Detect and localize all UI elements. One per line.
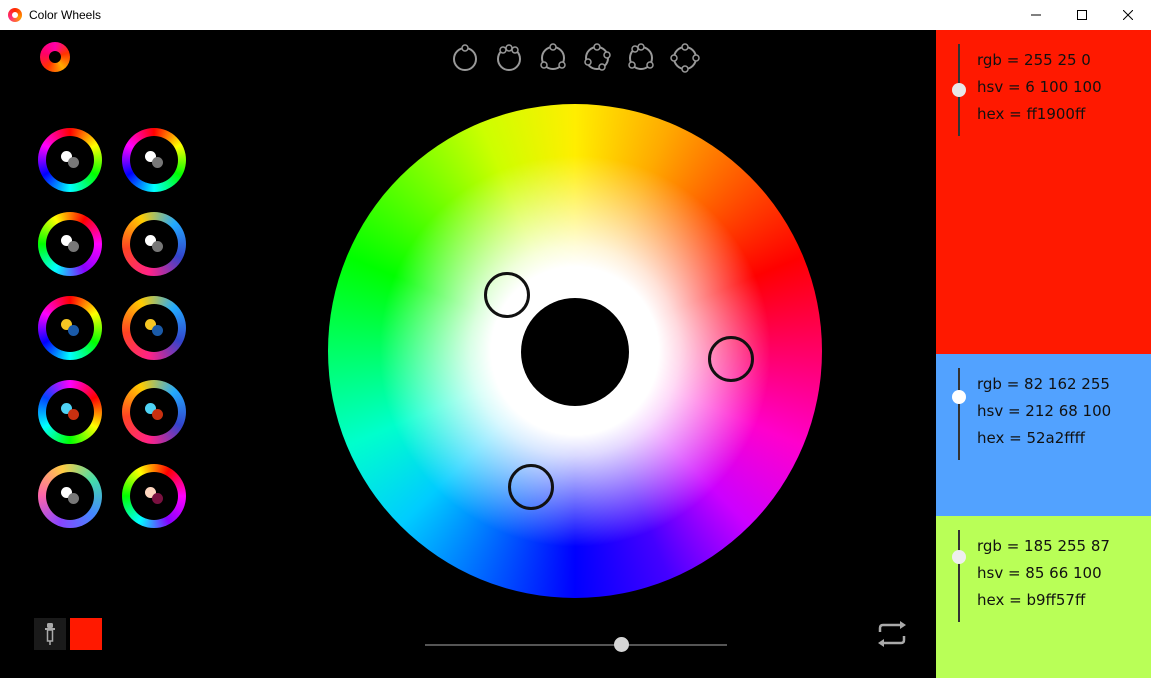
- swatch-2-hex: hex = 52a2ffff: [977, 429, 1085, 447]
- swatch-2-slider-knob[interactable]: [952, 390, 966, 404]
- maximize-button[interactable]: [1059, 0, 1105, 30]
- brightness-slider-thumb[interactable]: [614, 637, 630, 652]
- complementary-icon: [540, 43, 566, 70]
- swatch-3-values: rgb = 185 255 87 hsv = 85 66 100 hex = b…: [977, 533, 1110, 614]
- maximize-icon: [1077, 10, 1087, 20]
- swatch-1-rgb: rgb = 255 25 0: [977, 51, 1091, 69]
- tetradic-icon: [670, 43, 700, 73]
- preset-palette-9[interactable]: [38, 464, 102, 528]
- app-icon: [8, 8, 22, 22]
- brightness-slider-track[interactable]: [425, 644, 727, 646]
- swatch-1-values: rgb = 255 25 0 hsv = 6 100 100 hex = ff1…: [977, 47, 1102, 128]
- eyedropper-button[interactable]: [34, 618, 66, 650]
- refresh-icon: [878, 621, 906, 647]
- current-color-swatch[interactable]: [70, 618, 102, 650]
- preset-color-dot: [152, 241, 163, 252]
- swatch-2-hsv: hsv = 212 68 100: [977, 402, 1112, 420]
- preset-color-dot: [68, 157, 79, 168]
- close-button[interactable]: [1105, 0, 1151, 30]
- preset-palette-8[interactable]: [122, 380, 186, 444]
- swatch-1-slider-knob[interactable]: [952, 83, 966, 97]
- preset-palette-3[interactable]: [38, 212, 102, 276]
- swatch-2[interactable]: rgb = 82 162 255 hsv = 212 68 100 hex = …: [936, 354, 1151, 516]
- analogous-icon: [497, 44, 521, 71]
- preset-palette-6[interactable]: [122, 296, 186, 360]
- preset-palette-grid: [36, 128, 196, 548]
- harmony-mode-triadic-button[interactable]: [580, 40, 614, 74]
- wheel-handle-blue[interactable]: [508, 464, 554, 510]
- harmony-mode-complementary-button[interactable]: [536, 40, 570, 74]
- swatch-1[interactable]: rgb = 255 25 0 hsv = 6 100 100 hex = ff1…: [936, 30, 1151, 354]
- swatch-2-slider-track: [958, 368, 960, 460]
- title-bar: Color Wheels: [0, 0, 1151, 30]
- refresh-button[interactable]: [876, 618, 908, 650]
- preset-palette-5[interactable]: [38, 296, 102, 360]
- preset-color-dot: [68, 409, 79, 420]
- triadic-icon: [584, 43, 611, 71]
- close-icon: [1123, 10, 1133, 20]
- preset-color-dot: [152, 325, 163, 336]
- swatch-3-hsv: hsv = 85 66 100: [977, 564, 1102, 582]
- preset-palette-1[interactable]: [38, 128, 102, 192]
- harmony-mode-toolbar: [448, 40, 708, 74]
- preset-color-dot: [68, 325, 79, 336]
- harmony-mode-tetradic-button[interactable]: [668, 40, 702, 74]
- eyedropper-icon: [45, 623, 55, 645]
- swatch-3-slider-knob[interactable]: [952, 550, 966, 564]
- swatch-3-rgb: rgb = 185 255 87: [977, 537, 1110, 555]
- minimize-icon: [1031, 14, 1041, 16]
- swatch-2-values: rgb = 82 162 255 hsv = 212 68 100 hex = …: [977, 371, 1111, 452]
- wheel-handle-red[interactable]: [708, 336, 754, 382]
- preset-palette-10[interactable]: [122, 464, 186, 528]
- preset-palette-4[interactable]: [122, 212, 186, 276]
- wheel-handle-green[interactable]: [484, 272, 530, 318]
- preset-color-dot: [68, 493, 79, 504]
- swatch-3[interactable]: rgb = 185 255 87 hsv = 85 66 100 hex = b…: [936, 516, 1151, 678]
- harmony-mode-analogous-button[interactable]: [492, 40, 526, 74]
- swatch-3-hex: hex = b9ff57ff: [977, 591, 1086, 609]
- preset-color-dot: [152, 157, 163, 168]
- window-title: Color Wheels: [29, 8, 102, 22]
- color-wheel-logo-icon: [40, 42, 70, 72]
- color-wheel[interactable]: [328, 104, 822, 598]
- preset-palette-2[interactable]: [122, 128, 186, 192]
- minimize-button[interactable]: [1013, 0, 1059, 30]
- swatch-1-hsv: hsv = 6 100 100: [977, 78, 1102, 96]
- split-complementary-icon: [628, 43, 654, 70]
- main-canvas: [0, 30, 936, 678]
- monochromatic-icon: [453, 44, 477, 71]
- swatch-3-slider-track: [958, 530, 960, 622]
- preset-color-dot: [152, 493, 163, 504]
- swatch-2-rgb: rgb = 82 162 255: [977, 375, 1110, 393]
- harmony-mode-monochromatic-button[interactable]: [448, 40, 482, 74]
- wheel-center-hole: [521, 298, 629, 406]
- swatch-1-hex: hex = ff1900ff: [977, 105, 1086, 123]
- harmony-mode-split-complementary-button[interactable]: [624, 40, 658, 74]
- window-controls: [1013, 0, 1151, 30]
- preset-color-dot: [152, 409, 163, 420]
- preset-color-dot: [68, 241, 79, 252]
- preset-palette-7[interactable]: [38, 380, 102, 444]
